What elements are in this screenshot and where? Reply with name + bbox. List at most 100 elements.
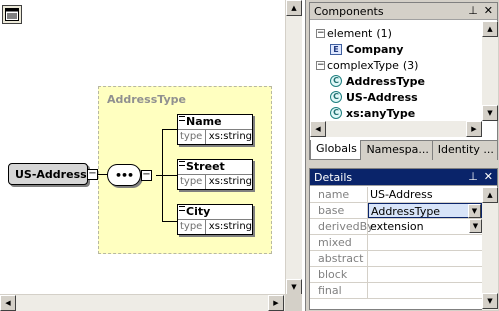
complex-type-icon: C xyxy=(330,107,342,119)
element-name: Street xyxy=(186,160,225,173)
property-value-dropdown[interactable]: AddressType ▼ xyxy=(368,203,482,218)
root-element-node[interactable]: US-Address xyxy=(8,163,88,185)
property-row-base[interactable]: base AddressType ▼ xyxy=(310,203,482,219)
element-icon xyxy=(179,161,185,166)
chevron-down-icon[interactable]: ▼ xyxy=(469,219,482,233)
scroll-left-icon[interactable]: ◀ xyxy=(310,121,326,137)
schema-design-view[interactable]: AddressType US-Address − ••• − Name type… xyxy=(0,0,306,311)
element-icon xyxy=(179,116,185,121)
panel-title: Components xyxy=(314,4,384,18)
components-tree[interactable]: − element (1) E Company − complexType (3… xyxy=(310,21,482,121)
details-vertical-scrollbar[interactable]: ▲ ▼ xyxy=(482,187,498,310)
minus-icon[interactable]: − xyxy=(316,28,325,38)
property-row-final[interactable]: final xyxy=(310,283,482,299)
close-icon[interactable]: ✕ xyxy=(484,4,493,17)
minus-icon: − xyxy=(142,169,151,180)
property-value: AddressType xyxy=(371,205,441,218)
pin-icon[interactable]: ⊥ xyxy=(468,170,478,183)
property-value[interactable] xyxy=(368,283,482,298)
scroll-up-icon[interactable]: ▲ xyxy=(286,0,302,16)
property-row-name[interactable]: name US-Address xyxy=(310,187,482,203)
complex-type-icon: C xyxy=(330,75,342,87)
scroll-down-icon[interactable]: ▼ xyxy=(286,279,302,295)
scroll-down-icon[interactable]: ▼ xyxy=(482,105,498,121)
scroll-left-icon[interactable]: ◀ xyxy=(0,295,16,311)
details-property-grid: name US-Address base AddressType ▼ deriv… xyxy=(310,187,482,299)
tree-count: (3) xyxy=(402,58,419,72)
connector-line xyxy=(162,175,177,176)
connector-line xyxy=(162,129,177,130)
tree-count: (1) xyxy=(376,26,392,40)
property-key: final xyxy=(310,283,368,298)
property-row-derivedby[interactable]: derivedBy extension ▼ xyxy=(310,219,482,235)
complex-type-label: AddressType xyxy=(107,93,186,106)
property-row-block[interactable]: block xyxy=(310,267,482,283)
property-value[interactable] xyxy=(368,267,482,282)
collapse-expander[interactable]: − xyxy=(141,170,152,181)
type-value: xs:string xyxy=(208,131,252,142)
property-key: derivedBy xyxy=(310,219,374,234)
property-key: base xyxy=(310,203,368,218)
property-value[interactable] xyxy=(368,251,482,266)
type-key: type xyxy=(178,175,206,189)
components-vertical-scrollbar[interactable]: ▲ ▼ xyxy=(482,21,498,121)
property-value-dropdown[interactable]: extension ▼ xyxy=(368,219,482,234)
tree-label: complexType xyxy=(327,58,399,72)
panel-title: Details xyxy=(314,170,353,184)
chevron-down-icon[interactable]: ▼ xyxy=(468,204,481,218)
diagram-view-icon[interactable] xyxy=(2,5,22,24)
property-value[interactable] xyxy=(368,235,482,250)
type-key: type xyxy=(178,130,206,144)
components-panel: Components ⊥ ✕ − element (1) E Company −… xyxy=(309,2,498,160)
tree-item-addresstype[interactable]: C AddressType xyxy=(330,73,425,89)
tree-label: AddressType xyxy=(346,74,425,88)
pin-icon[interactable]: ⊥ xyxy=(468,4,478,17)
tab-identity[interactable]: Identity ... xyxy=(433,141,498,160)
tree-item-company[interactable]: E Company xyxy=(330,41,403,57)
type-key: type xyxy=(178,220,206,234)
tree-group-complextype[interactable]: − complexType (3) xyxy=(316,57,418,73)
close-icon[interactable]: ✕ xyxy=(484,170,493,183)
components-tabs: Globals Namespa... Identity ... xyxy=(310,140,498,160)
sequence-compositor[interactable]: ••• xyxy=(107,164,141,186)
element-name: Name xyxy=(186,115,222,128)
design-vertical-scrollbar[interactable]: ▲ ▼ xyxy=(285,0,302,296)
scroll-right-icon[interactable]: ▶ xyxy=(268,295,284,311)
scroll-up-icon[interactable]: ▲ xyxy=(482,187,498,203)
tree-item-us-address[interactable]: C US-Address xyxy=(330,89,418,105)
property-key: name xyxy=(310,187,368,202)
tree-label: US-Address xyxy=(346,90,418,104)
scroll-right-icon[interactable]: ▶ xyxy=(466,121,482,137)
property-value: extension xyxy=(370,220,424,233)
collapse-expander[interactable]: − xyxy=(87,169,98,180)
element-name: City xyxy=(186,205,211,218)
complex-type-icon: C xyxy=(330,91,342,103)
tree-item-anytype[interactable]: C xs:anyType xyxy=(330,105,415,121)
type-value: xs:string xyxy=(208,176,252,187)
components-horizontal-scrollbar[interactable]: ◀ ▶ xyxy=(310,121,482,137)
tree-label: xs:anyType xyxy=(346,106,416,120)
tab-globals[interactable]: Globals xyxy=(310,140,362,160)
tab-namespaces[interactable]: Namespa... xyxy=(361,141,433,160)
element-node-city[interactable]: City type xs:string xyxy=(177,204,253,235)
scroll-up-icon[interactable]: ▲ xyxy=(482,21,498,37)
minus-icon[interactable]: − xyxy=(316,60,325,70)
scroll-corner xyxy=(285,294,302,311)
details-title-bar: Details ⊥ ✕ xyxy=(310,169,497,186)
connector-line xyxy=(162,221,177,222)
property-key: mixed xyxy=(310,235,368,250)
element-node-name[interactable]: Name type xs:string xyxy=(177,114,253,145)
design-horizontal-scrollbar[interactable]: ◀ ▶ xyxy=(0,294,285,311)
components-title-bar: Components ⊥ ✕ xyxy=(310,3,497,20)
element-node-street[interactable]: Street type xs:string xyxy=(177,159,253,190)
details-panel: Details ⊥ ✕ name US-Address base Address… xyxy=(309,168,498,310)
scroll-down-icon[interactable]: ▼ xyxy=(482,293,498,309)
property-row-abstract[interactable]: abstract xyxy=(310,251,482,267)
property-value[interactable]: US-Address xyxy=(368,187,482,202)
property-row-mixed[interactable]: mixed xyxy=(310,235,482,251)
tree-group-element[interactable]: − element (1) xyxy=(316,25,392,41)
element-icon: E xyxy=(330,43,342,55)
property-key: abstract xyxy=(310,251,368,266)
sequence-icon: ••• xyxy=(114,168,134,182)
tree-label: element xyxy=(327,26,373,40)
